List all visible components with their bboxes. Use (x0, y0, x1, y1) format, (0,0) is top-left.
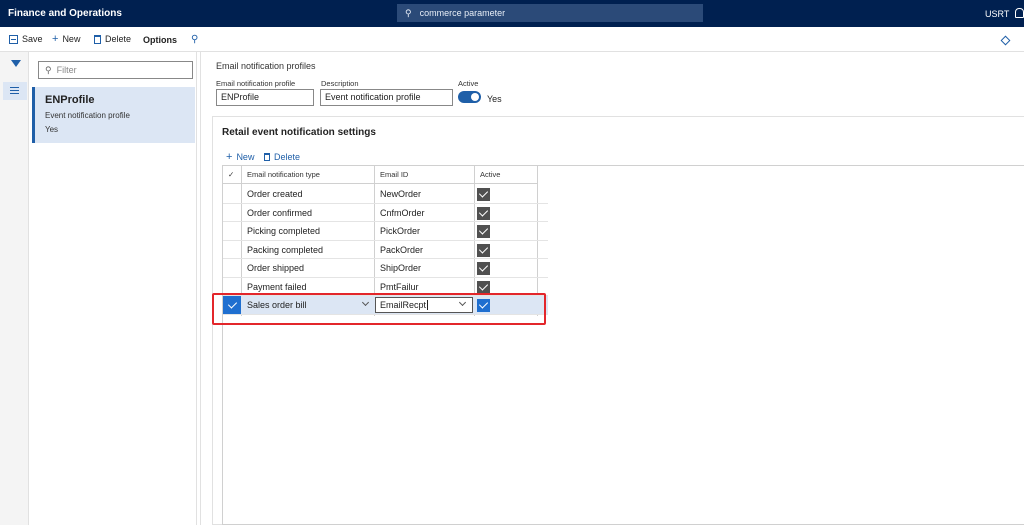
type-cell[interactable]: Order created (242, 185, 303, 203)
table-row[interactable]: Order shipped ShipOrder (223, 259, 548, 278)
list-item-active: Yes (45, 125, 59, 134)
list-item-title: ENProfile (45, 94, 95, 106)
email-id-cell[interactable]: PackOrder (375, 241, 423, 259)
checkbox-icon[interactable] (477, 280, 490, 294)
grid-delete-button[interactable]: Delete (264, 152, 300, 162)
filter-icon[interactable] (11, 60, 21, 67)
delete-label: Delete (105, 34, 132, 44)
active-label: Active (458, 79, 479, 88)
checkbox-icon[interactable] (477, 243, 490, 257)
column-header-email-id[interactable]: Email ID (375, 166, 475, 184)
active-toggle[interactable] (458, 91, 481, 103)
email-id-cell[interactable]: PickOrder (375, 222, 420, 240)
email-id-cell[interactable]: ShipOrder (375, 259, 421, 277)
checkbox-icon[interactable] (477, 225, 490, 238)
checkbox-icon[interactable] (477, 262, 490, 275)
bell-icon[interactable] (1015, 8, 1024, 18)
email-id-cell[interactable]: CnfmOrder (375, 204, 425, 222)
section-title[interactable]: Retail event notification settings (222, 127, 376, 138)
list-item-description: Event notification profile (45, 111, 130, 120)
table-row[interactable]: Picking completed PickOrder (223, 222, 548, 241)
highlight-box (212, 293, 546, 325)
table-row[interactable]: Order created NewOrder (223, 185, 548, 204)
plus-icon: + (52, 32, 59, 45)
plus-icon: + (226, 150, 233, 163)
type-cell[interactable]: Picking completed (242, 222, 320, 240)
list-icon[interactable] (3, 82, 27, 100)
grid-delete-label: Delete (274, 152, 301, 162)
search-icon: ⚲ (405, 7, 412, 18)
search-icon[interactable]: ⚲ (191, 34, 198, 45)
type-cell[interactable]: Order shipped (242, 259, 304, 277)
action-pane: Save + New Delete Options ⚲ (0, 27, 1024, 52)
filter-placeholder: Filter (56, 65, 77, 75)
description-label: Description (321, 79, 359, 88)
left-rail (0, 52, 29, 525)
type-cell[interactable]: Packing completed (242, 241, 323, 259)
divider (200, 52, 201, 525)
checkbox-icon[interactable] (477, 188, 490, 201)
active-toggle-text: Yes (487, 94, 502, 104)
new-button[interactable]: + New (52, 32, 81, 45)
select-all-checkbox[interactable]: ✓ (223, 166, 242, 184)
search-icon: ⚲ (45, 64, 52, 75)
diamond-icon[interactable] (1000, 35, 1011, 46)
email-id-cell[interactable]: NewOrder (375, 185, 421, 203)
type-cell[interactable]: Order confirmed (242, 204, 312, 222)
company-label[interactable]: USRT (985, 9, 1009, 19)
profile-field[interactable]: ENProfile (216, 89, 314, 106)
delete-button[interactable]: Delete (94, 34, 131, 44)
save-icon (9, 34, 18, 44)
app-title[interactable]: Finance and Operations (8, 8, 122, 19)
list-item[interactable]: ENProfile Event notification profile Yes (32, 87, 195, 143)
global-search-input[interactable]: ⚲ commerce parameter (397, 4, 703, 22)
trash-icon (264, 153, 270, 161)
options-button[interactable]: Options (143, 35, 177, 45)
new-label: New (62, 34, 81, 44)
description-field[interactable]: Event notification profile (320, 89, 453, 106)
grid-new-button[interactable]: + New (226, 150, 255, 163)
checkbox-icon[interactable] (477, 206, 490, 220)
global-search-value: commerce parameter (419, 8, 506, 18)
save-button[interactable]: Save (9, 34, 43, 44)
profile-label: Email notification profile (216, 79, 296, 88)
page-title: Email notification profiles (216, 61, 316, 71)
column-header-type[interactable]: Email notification type (242, 166, 375, 184)
trash-icon (94, 34, 101, 44)
top-navigation-bar: Finance and Operations ⚲ commerce parame… (0, 0, 1024, 27)
column-header-active[interactable]: Active (475, 166, 538, 184)
table-row[interactable]: Packing completed PackOrder (223, 241, 548, 259)
grid-new-label: New (236, 152, 255, 162)
table-row[interactable]: Order confirmed CnfmOrder (223, 204, 548, 222)
notification-grid: ✓ Email notification type Email ID Activ… (222, 165, 1024, 525)
save-label: Save (22, 34, 43, 44)
filter-input[interactable]: ⚲ Filter (38, 61, 193, 79)
list-panel: ⚲ Filter ENProfile Event notification pr… (32, 52, 197, 525)
